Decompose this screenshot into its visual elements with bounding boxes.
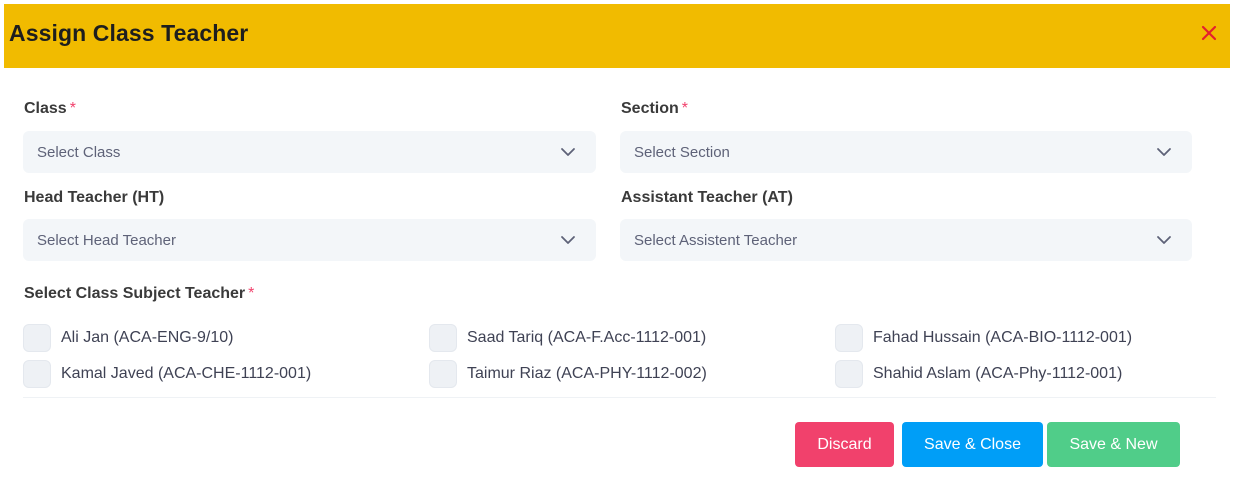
checkbox[interactable] [429,324,457,352]
subject-teacher-option[interactable]: Kamal Javed (ACA-CHE-1112-001) [23,360,311,388]
checkbox[interactable] [429,360,457,388]
head-teacher-select-placeholder: Select Head Teacher [37,231,176,249]
section-select[interactable]: Select Section [620,131,1192,173]
section-select-placeholder: Select Section [634,143,730,161]
required-marker: * [248,285,255,302]
class-label: Class * [24,100,76,117]
head-teacher-select[interactable]: Select Head Teacher [23,219,596,261]
chevron-down-icon [561,148,575,156]
divider [23,397,1216,398]
assistant-teacher-select-placeholder: Select Assistent Teacher [634,231,798,249]
chevron-down-icon [1157,148,1171,156]
chevron-down-icon [1157,236,1171,244]
checkbox-label: Taimur Riaz (ACA-PHY-1112-002) [467,365,707,382]
required-marker: * [69,100,76,117]
checkbox-label: Ali Jan (ACA-ENG-9/10) [61,329,234,346]
class-select[interactable]: Select Class [23,131,596,173]
head-teacher-label: Head Teacher (HT) [24,189,165,206]
subject-teacher-option[interactable]: Shahid Aslam (ACA-Phy-1112-001) [835,360,1122,388]
close-button[interactable] [1198,22,1220,44]
modal-title: Assign Class Teacher [9,20,249,46]
subject-teacher-option[interactable]: Saad Tariq (ACA-F.Acc-1112-001) [429,324,706,352]
save-close-button[interactable]: Save & Close [902,422,1043,467]
save-new-button[interactable]: Save & New [1047,422,1180,467]
checkbox[interactable] [23,360,51,388]
checkbox-label: Saad Tariq (ACA-F.Acc-1112-001) [467,329,707,346]
modal-header: Assign Class Teacher [4,4,1230,68]
subject-teacher-option[interactable]: Taimur Riaz (ACA-PHY-1112-002) [429,360,707,388]
checkbox[interactable] [835,360,863,388]
discard-button[interactable]: Discard [795,422,894,467]
subject-teacher-option[interactable]: Ali Jan (ACA-ENG-9/10) [23,324,234,352]
chevron-down-icon [561,236,575,244]
checkbox[interactable] [23,324,51,352]
checkbox[interactable] [835,324,863,352]
section-label: Section * [621,100,689,117]
subject-teacher-option[interactable]: Fahad Hussain (ACA-BIO-1112-001) [835,324,1132,352]
required-marker: * [681,100,689,117]
class-select-placeholder: Select Class [37,143,121,161]
close-icon [1201,25,1217,41]
checkbox-label: Shahid Aslam (ACA-Phy-1112-001) [873,365,1123,382]
checkbox-label: Fahad Hussain (ACA-BIO-1112-001) [873,329,1133,346]
assistant-teacher-label: Assistant Teacher (AT) [621,189,793,206]
checkbox-label: Kamal Javed (ACA-CHE-1112-001) [61,365,312,382]
subject-teacher-label: Select Class Subject Teacher * [24,285,255,302]
assistant-teacher-select[interactable]: Select Assistent Teacher [620,219,1192,261]
